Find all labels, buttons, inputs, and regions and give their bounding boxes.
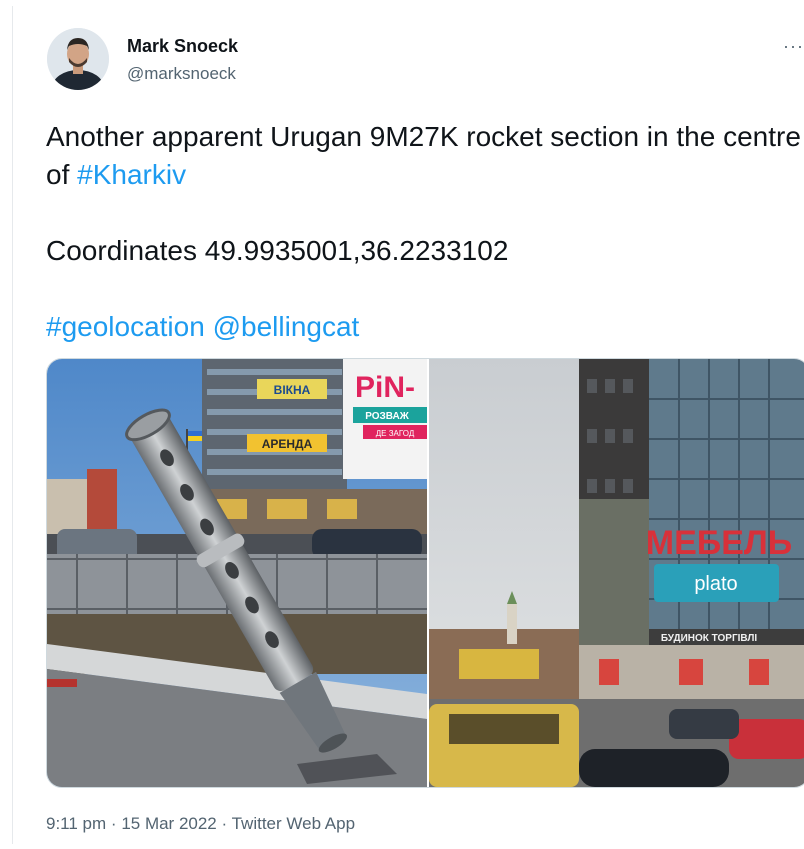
tweet-line-1: Another apparent Urugan 9M27K rocket sec… [46,118,804,194]
tweet-text: Another apparent Urugan 9M27K rocket sec… [46,118,804,346]
sign-dlya: ДЕ ЗАГОД [376,429,415,438]
photo-rocket-section[interactable]: ВІКНА АРЕНДА PiN- РОЗВАЖ ДЕ ЗАГОД [47,359,429,787]
sign-pin: PiN- [355,371,415,404]
sign-budynok: БУДИНОК ТОРГІВЛІ [661,633,758,644]
tweet-coordinates: Coordinates 49.9935001,36.2233102 [46,235,509,266]
sign-mebel: МЕБЕЛЬ [646,524,792,562]
hashtag-kharkiv-link[interactable]: #Kharkiv [77,159,186,190]
author-handle[interactable]: @marksnoeck [127,64,236,84]
author-name[interactable]: Mark Snoeck [127,36,238,57]
sign-rozvazh: РОЗВАЖ [365,411,410,422]
separator: · [221,814,228,833]
tweet-time[interactable]: 9:11 pm [46,814,106,833]
tweet-card: Mark Snoeck @marksnoeck ··· Another appa… [12,6,804,844]
more-horizontal-icon[interactable]: ··· [783,36,804,57]
tweet-date[interactable]: 15 Mar 2022 [121,814,216,833]
tweet-meta: 9:11 pm · 15 Mar 2022 · Twitter Web App [46,814,355,834]
tweet-tags: #geolocation @bellingcat [46,308,804,346]
separator: · [110,814,117,833]
mention-bellingcat-link[interactable]: @bellingcat [213,311,360,342]
sign-plato: plato [694,573,737,595]
sign-vikna: ВІКНА [274,383,311,397]
media-grid: ВІКНА АРЕНДА PiN- РОЗВАЖ ДЕ ЗАГОД МЕБЕЛЬ… [46,358,804,788]
avatar[interactable] [47,28,109,90]
photo-street-view[interactable]: МЕБЕЛЬ plato БУДИНОК ТОРГІВЛІ [429,359,804,787]
tweet-source-app[interactable]: Twitter Web App [232,814,355,833]
hashtag-geolocation-link[interactable]: #geolocation [46,311,205,342]
sign-arenda: АРЕНДА [262,437,313,451]
